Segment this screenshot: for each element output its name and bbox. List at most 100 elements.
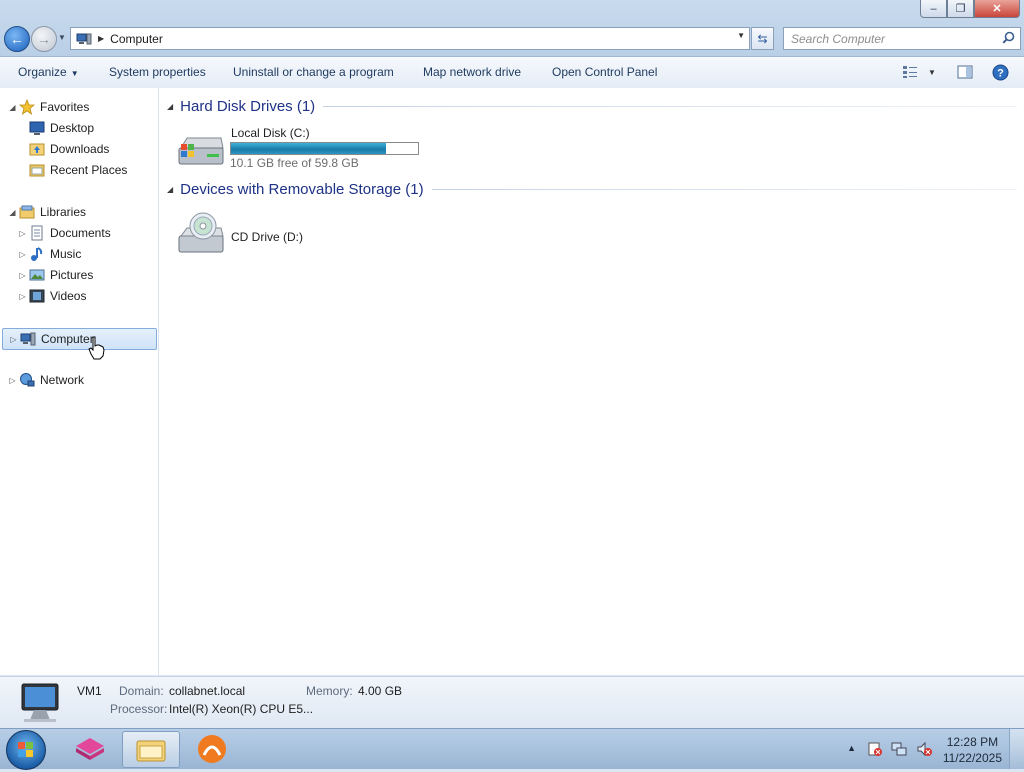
nav-label: Pictures	[50, 268, 94, 282]
back-button[interactable]: ←	[4, 26, 30, 52]
system-properties-button[interactable]: System properties	[109, 65, 206, 79]
organize-label: Organize	[18, 65, 67, 79]
map-network-drive-button[interactable]: Map network drive	[423, 65, 521, 79]
view-list-icon	[903, 66, 917, 78]
search-box[interactable]	[783, 27, 1021, 50]
nav-label: Recent Places	[50, 163, 128, 177]
preview-pane-icon	[957, 65, 973, 79]
nav-music[interactable]: ▷ Music	[18, 244, 81, 264]
hdd-group-header[interactable]: ◢ Hard Disk Drives (1)	[167, 96, 1017, 116]
maximize-button[interactable]: ❐	[947, 0, 974, 18]
forward-button[interactable]: →	[31, 26, 57, 52]
domain-value: collabnet.local	[169, 684, 246, 698]
search-icon[interactable]	[1002, 31, 1015, 44]
show-hidden-icons-icon[interactable]: ▲	[847, 743, 856, 753]
computer-icon	[20, 332, 36, 346]
taskbar-explorer[interactable]	[122, 731, 180, 768]
organize-menu[interactable]: Organize ▼	[18, 65, 79, 79]
music-icon	[31, 247, 43, 261]
expand-triangle-icon[interactable]: ▷	[18, 229, 27, 238]
help-icon: ?	[992, 64, 1009, 80]
windows-logo-icon	[18, 742, 33, 757]
chevron-down-icon: ▼	[70, 69, 79, 78]
nav-label: Videos	[50, 289, 87, 303]
content-pane: ◢ Hard Disk Drives (1) Local Disk (C:) 1…	[159, 88, 1024, 675]
cube-app-icon	[76, 737, 104, 760]
collapse-triangle-icon[interactable]: ◢	[167, 102, 173, 111]
nav-label: Downloads	[50, 142, 110, 156]
details-pane: VM1 Domain: collabnet.local Memory: 4.00…	[0, 676, 1024, 729]
nav-label: Network	[40, 373, 85, 387]
network-status-icon[interactable]	[891, 741, 907, 757]
group-label: Devices with Removable Storage (1)	[180, 180, 424, 198]
nav-label: Desktop	[50, 121, 95, 135]
back-arrow-icon: ←	[10, 31, 24, 47]
pictures-icon	[29, 269, 45, 281]
clock-time: 12:28 PM	[946, 735, 999, 749]
navigation-pane: ◢ Favorites Desktop Downloads Recent Pla…	[0, 88, 159, 675]
open-control-panel-button[interactable]: Open Control Panel	[552, 65, 657, 79]
nav-downloads[interactable]: Downloads	[18, 139, 109, 159]
hard-drive-icon	[178, 137, 224, 165]
expand-triangle-icon[interactable]: ▷	[18, 271, 27, 280]
command-bar: Organize ▼ System properties Uninstall or…	[0, 57, 1024, 89]
volume-muted-icon[interactable]	[916, 741, 932, 757]
nav-libraries[interactable]: ◢ Libraries	[8, 202, 86, 222]
computer-icon	[21, 683, 59, 722]
nav-recent-places[interactable]: Recent Places	[18, 160, 127, 180]
address-bar[interactable]: ▶ Computer ▼	[70, 27, 750, 50]
nav-videos[interactable]: ▷ Videos	[18, 286, 86, 306]
recent-pages-dropdown[interactable]: ▼	[58, 33, 66, 42]
processor-label: Processor:	[110, 702, 168, 716]
nav-desktop[interactable]: Desktop	[18, 118, 94, 138]
drive-local-disk-c[interactable]: Local Disk (C:) 10.1 GB free of 59.8 GB	[175, 126, 435, 172]
collapse-triangle-icon[interactable]: ◢	[167, 185, 173, 194]
expand-triangle-icon[interactable]: ▷	[18, 250, 27, 259]
start-button[interactable]	[6, 730, 46, 770]
downloads-folder-icon	[29, 143, 45, 156]
memory-value: 4.00 GB	[358, 684, 403, 698]
preview-pane-button[interactable]	[957, 64, 973, 80]
domain-label: Domain:	[119, 684, 164, 698]
taskbar-app-pink[interactable]	[62, 731, 118, 766]
close-button[interactable]: ✕	[974, 0, 1020, 18]
collapse-triangle-icon[interactable]: ◢	[8, 103, 17, 112]
clock-date: 11/22/2025	[942, 751, 1002, 765]
memory-label: Memory:	[306, 684, 353, 698]
change-view-button[interactable]: ▼	[902, 64, 936, 80]
taskbar-app-orange[interactable]	[184, 731, 240, 766]
show-desktop-button[interactable]	[1009, 729, 1024, 769]
drive-free-space: 10.1 GB free of 59.8 GB	[230, 156, 359, 170]
nav-pictures[interactable]: ▷ Pictures	[18, 265, 93, 285]
uninstall-program-button[interactable]: Uninstall or change a program	[233, 65, 394, 79]
breadcrumb-computer[interactable]: Computer	[110, 32, 163, 46]
group-label: Hard Disk Drives (1)	[180, 97, 316, 115]
breadcrumb-separator-icon[interactable]: ▶	[98, 34, 104, 43]
videos-icon	[29, 289, 45, 303]
action-center-icon[interactable]	[867, 741, 883, 757]
nav-label: Music	[50, 247, 82, 261]
star-icon	[19, 99, 35, 115]
svg-text:?: ?	[997, 67, 1004, 79]
drive-cd-d[interactable]: CD Drive (D:)	[175, 208, 375, 258]
minimize-button[interactable]: –	[920, 0, 947, 18]
expand-triangle-icon[interactable]: ▷	[9, 335, 18, 344]
title-bar: – ❐ ✕ ← → ▼ ▶ Computer ▼ ⇆	[0, 0, 1024, 57]
expand-triangle-icon[interactable]: ▷	[18, 292, 27, 301]
expand-triangle-icon[interactable]: ▷	[8, 376, 17, 385]
refresh-icon: ⇆	[757, 31, 768, 46]
group-divider	[431, 188, 1017, 190]
clock[interactable]: 12:28 PM 11/22/2025	[943, 734, 1002, 766]
help-button[interactable]: ?	[992, 64, 1009, 80]
address-dropdown-icon[interactable]: ▼	[737, 31, 745, 40]
search-input[interactable]	[789, 28, 993, 49]
folder-icon	[136, 740, 166, 761]
collapse-triangle-icon[interactable]: ◢	[8, 208, 17, 217]
chevron-down-icon: ▼	[928, 67, 936, 77]
refresh-button[interactable]: ⇆	[751, 27, 774, 50]
removable-group-header[interactable]: ◢ Devices with Removable Storage (1)	[167, 179, 1017, 199]
nav-favorites[interactable]: ◢ Favorites	[8, 97, 89, 117]
nav-computer[interactable]: ▷ Computer	[2, 328, 157, 350]
nav-documents[interactable]: ▷ Documents	[18, 223, 111, 243]
nav-network[interactable]: ▷ Network	[8, 370, 84, 390]
